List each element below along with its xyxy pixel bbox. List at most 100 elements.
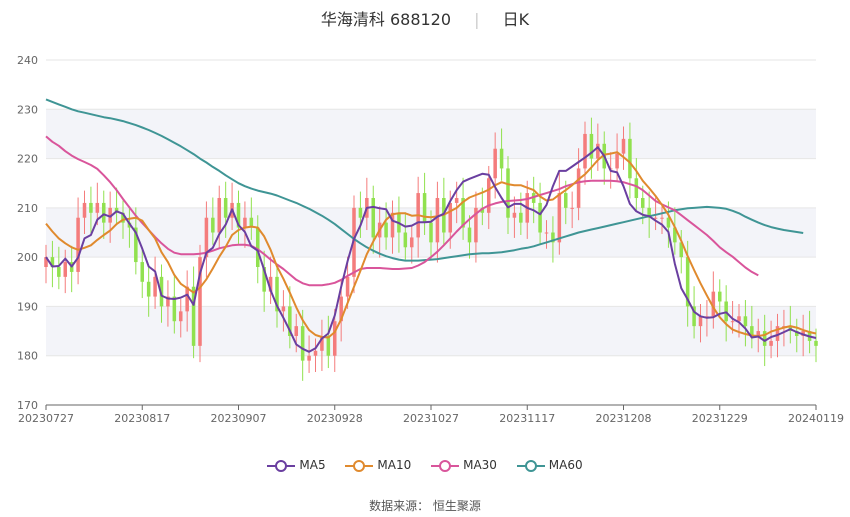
candle-body xyxy=(506,168,510,218)
candle-body xyxy=(403,232,408,248)
candle-body xyxy=(519,212,523,223)
candle-body xyxy=(294,326,299,336)
legend-marker-ma5 xyxy=(267,459,296,472)
candle-body xyxy=(345,276,350,297)
candle-body xyxy=(146,281,151,297)
candle-body xyxy=(653,217,658,219)
y-tick-label: 220 xyxy=(17,153,38,166)
y-tick-label: 210 xyxy=(17,202,38,215)
candle-body xyxy=(172,296,177,322)
source-provider: 恒生聚源 xyxy=(432,499,481,513)
candle-body xyxy=(615,153,619,169)
legend-item-ma30[interactable]: MA30 xyxy=(431,458,497,472)
legend-item-ma10[interactable]: MA10 xyxy=(345,458,411,472)
x-tick-label: 20230727 xyxy=(18,412,74,425)
x-tick-label: 20230928 xyxy=(307,412,363,425)
candle-body xyxy=(544,232,549,234)
candle-body xyxy=(448,202,453,233)
source-label: 数据来源： xyxy=(369,499,430,513)
candle-body xyxy=(281,306,286,312)
y-tick-label: 170 xyxy=(17,399,38,412)
legend-item-ma5[interactable]: MA5 xyxy=(267,458,326,472)
kline-chart: 240 230 220 210 200 190 180 170 20230727 2023081… xyxy=(17,54,844,425)
candle-body xyxy=(307,355,311,361)
candle-body xyxy=(467,227,472,243)
candle-body xyxy=(211,217,215,233)
candle-body xyxy=(223,198,228,218)
y-tick-label: 190 xyxy=(17,300,38,313)
candle-body xyxy=(435,198,440,243)
candle-body xyxy=(89,202,93,213)
x-tick-label: 20231027 xyxy=(403,412,459,425)
candle-body xyxy=(576,168,581,208)
candle-body xyxy=(76,217,80,272)
candle-body xyxy=(217,198,222,233)
x-tick-label: 20231229 xyxy=(692,412,748,425)
candle-body xyxy=(63,262,68,277)
candle-body xyxy=(486,178,491,213)
legend-label-ma30: MA30 xyxy=(463,458,497,472)
candle-body xyxy=(814,340,818,346)
candle-body xyxy=(640,198,645,208)
candle-body xyxy=(422,193,427,223)
y-axis: 240 230 220 210 200 190 180 170 xyxy=(17,54,38,412)
candle-body xyxy=(300,326,305,361)
legend: MA5 MA10 MA30 MA60 xyxy=(0,458,850,472)
candle-body xyxy=(371,198,376,238)
candle-body xyxy=(429,222,433,243)
candle-body xyxy=(563,193,568,208)
legend-item-ma60[interactable]: MA60 xyxy=(516,458,583,472)
legend-label-ma5: MA5 xyxy=(299,458,326,472)
y-tick-label: 230 xyxy=(17,103,38,116)
legend-label-ma60: MA60 xyxy=(548,458,583,472)
candle-body xyxy=(557,193,562,243)
candle-body xyxy=(185,286,189,312)
x-tick-label: 20231208 xyxy=(596,412,652,425)
candle-body xyxy=(717,291,722,302)
candle-body xyxy=(628,138,632,179)
legend-marker-ma60 xyxy=(516,459,545,472)
candle-body xyxy=(57,267,61,277)
candle-body xyxy=(493,148,497,179)
candle-body xyxy=(326,336,331,356)
candle-body xyxy=(101,202,106,223)
legend-marker-ma10 xyxy=(345,459,374,472)
legend-marker-ma30 xyxy=(431,459,460,472)
candle-body xyxy=(409,237,414,248)
candle-body xyxy=(660,217,664,219)
legend-label-ma10: MA10 xyxy=(377,458,412,472)
candle-body xyxy=(499,148,504,169)
candle-body xyxy=(730,321,735,323)
candle-body xyxy=(596,143,600,159)
candle-body xyxy=(82,202,87,218)
grid-band xyxy=(46,109,816,159)
x-tick-label: 20230817 xyxy=(114,412,170,425)
candle-body xyxy=(454,198,459,203)
candle-body xyxy=(570,207,574,209)
x-tick-label: 20240119 xyxy=(788,412,844,425)
candle-body xyxy=(743,316,748,327)
y-tick-label: 180 xyxy=(17,350,38,363)
x-tick-label: 20231117 xyxy=(499,412,555,425)
data-source: 数据来源： 恒生聚源 xyxy=(0,497,850,514)
candle-body xyxy=(538,202,542,233)
candle-body xyxy=(583,133,587,169)
x-axis: 20230727 20230817 20230907 20230928 20231027… xyxy=(18,404,844,425)
candle-body xyxy=(313,350,318,356)
candle-body xyxy=(140,262,145,282)
y-tick-label: 200 xyxy=(17,251,38,264)
candle-body xyxy=(243,217,247,228)
candle-body xyxy=(512,212,517,218)
candle-body xyxy=(178,311,183,322)
candle-body xyxy=(384,222,388,238)
y-tick-label: 240 xyxy=(17,54,38,67)
candle-body xyxy=(95,202,100,213)
candle-body xyxy=(769,340,773,346)
x-tick-label: 20230907 xyxy=(211,412,267,425)
candle-body xyxy=(634,178,639,198)
candle-body xyxy=(255,227,260,267)
candle-body xyxy=(621,138,626,154)
candle-body xyxy=(332,321,337,356)
candle-body xyxy=(698,316,703,327)
candle-body xyxy=(358,207,363,218)
